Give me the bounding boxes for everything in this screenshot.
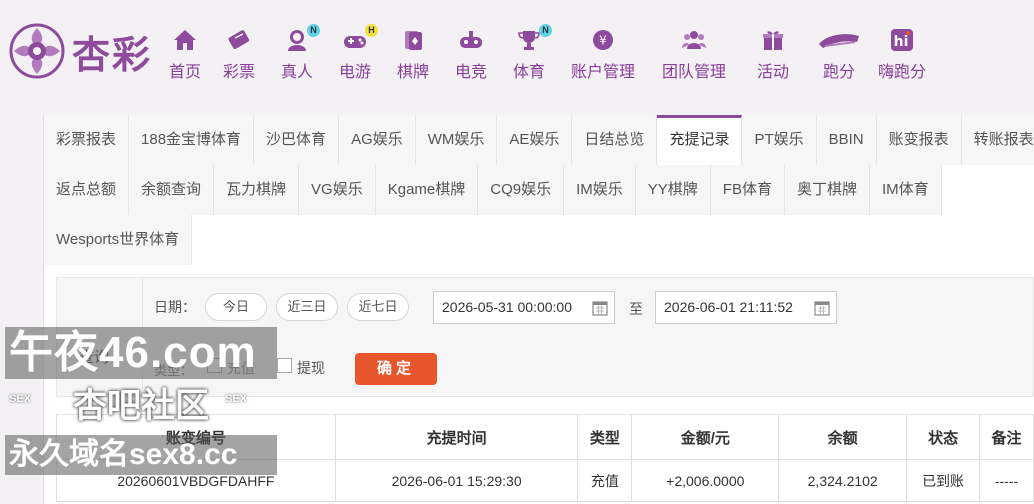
nav-item-chess[interactable]: 棋牌 [384, 28, 442, 82]
tab-deposit-withdraw-records[interactable]: 充提记录 [657, 115, 743, 165]
yen-coin-icon: ¥ [593, 30, 613, 50]
start-date-input[interactable]: 2026-05-31 00:00:00 [433, 291, 615, 324]
query-filter: 查询 日期： 今日 近三日 近七日 2026-05-31 00:00:00 至 … [56, 277, 1034, 398]
nav-item-live[interactable]: N 真人 [268, 24, 326, 82]
tab-row-1: 彩票报表 188金宝博体育 沙巴体育 AG娱乐 WM娱乐 AE娱乐 日结总览 充… [44, 115, 1034, 165]
nav-item-account[interactable]: ¥ 账户管理 [558, 28, 648, 82]
tab-row-3: Wesports世界体育 [44, 215, 193, 265]
team-icon [682, 31, 706, 49]
nav-item-activity[interactable]: 活动 [740, 28, 806, 82]
tab-pt[interactable]: PT娱乐 [742, 115, 817, 165]
table-header-row: 账变编号 充提时间 类型 金额/元 余额 状态 备注 [56, 414, 1034, 460]
cell-balance: 2,324.2102 [778, 459, 908, 502]
end-date-value: 2026-06-01 21:11:52 [664, 299, 793, 315]
col-header-time: 充提时间 [334, 414, 579, 460]
to-label: 至 [629, 301, 643, 317]
lottery-ticket-icon [228, 30, 250, 49]
svg-text:¥: ¥ [599, 34, 607, 48]
home-icon [174, 30, 196, 50]
cell-amount: +2,006.0000 [631, 459, 780, 502]
tab-fb-sports[interactable]: FB体育 [710, 165, 785, 215]
deposit-label: 充值 [227, 360, 255, 376]
deposit-checkbox[interactable] [207, 358, 222, 373]
cell-time: 2026-06-01 15:29:30 [334, 459, 579, 502]
nav-item-team[interactable]: 团队管理 [648, 28, 740, 82]
tab-kgame-chess[interactable]: Kgame棋牌 [375, 165, 479, 215]
nav-item-esports[interactable]: 电竞 [442, 28, 500, 82]
withdraw-checkbox[interactable] [277, 358, 292, 373]
tab-daily-summary[interactable]: 日结总览 [572, 115, 658, 165]
watermark-tag-left: SEX [9, 393, 32, 405]
running-score-icon [819, 34, 859, 48]
esports-controller-icon [460, 31, 482, 48]
brand-logo-icon [9, 23, 65, 79]
col-header-type: 类型 [577, 414, 633, 460]
nav-item-slots[interactable]: H 电游 [326, 24, 384, 82]
col-header-amount: 金额/元 [631, 414, 780, 460]
cell-id: 20260601VBDGFDAHFF [56, 459, 336, 502]
tab-im[interactable]: IM娱乐 [564, 165, 636, 215]
tab-balance-query[interactable]: 余额查询 [129, 165, 215, 215]
nav-item-lottery[interactable]: 彩票 [210, 28, 268, 82]
new-badge: N [307, 24, 320, 37]
gift-icon [763, 31, 783, 50]
tab-account-change-report[interactable]: 账变报表 [876, 115, 962, 165]
tab-ag[interactable]: AG娱乐 [339, 115, 416, 165]
hot-badge: H [365, 24, 378, 37]
tab-cq9[interactable]: CQ9娱乐 [478, 165, 565, 215]
col-header-remark: 备注 [979, 414, 1034, 460]
tab-saba-sports[interactable]: 沙巴体育 [254, 115, 340, 165]
tab-lottery-report[interactable]: 彩票报表 [44, 115, 130, 165]
nav-item-hi-run[interactable]: hi 嗨跑分 [872, 28, 932, 82]
tab-row-2: 返点总额 余额查询 瓦力棋牌 VG娱乐 Kgame棋牌 CQ9娱乐 IM娱乐 Y… [44, 165, 942, 215]
tab-ae[interactable]: AE娱乐 [497, 115, 573, 165]
nav-item-home[interactable]: 首页 [160, 28, 210, 82]
tab-transfer-report[interactable]: 转账报表 [961, 115, 1034, 165]
tab-188-sports[interactable]: 188金宝博体育 [129, 115, 255, 165]
brand-name: 杏彩 [72, 31, 153, 77]
col-header-status: 状态 [906, 414, 981, 460]
top-header: 杏彩 首页 彩票 N 真人 H 电游 棋牌 电竞 N 体育 ¥ 账户管理 团队管… [0, 0, 1034, 98]
new-badge: N [539, 24, 552, 37]
main-nav: 首页 彩票 N 真人 H 电游 棋牌 电竞 N 体育 ¥ 账户管理 团队管理 活… [160, 24, 932, 82]
cell-remark: ----- [979, 459, 1034, 502]
confirm-button[interactable]: 确定 [355, 353, 437, 385]
cell-status: 已到账 [906, 459, 981, 502]
tab-im-sports[interactable]: IM体育 [869, 165, 942, 215]
col-header-id: 账变编号 [56, 414, 336, 460]
tab-wm[interactable]: WM娱乐 [415, 115, 498, 165]
tab-wesports[interactable]: Wesports世界体育 [44, 215, 193, 265]
today-button[interactable]: 今日 [205, 293, 267, 321]
table-row: 20260601VBDGFDAHFF 2026-06-01 15:29:30 充… [56, 459, 1034, 502]
tab-odin-chess[interactable]: 奥丁棋牌 [784, 165, 870, 215]
filter-side: 查询 [57, 278, 143, 398]
brand-logo[interactable]: 杏彩 [8, 22, 152, 80]
calendar-icon [814, 301, 830, 316]
col-header-balance: 余额 [778, 414, 908, 460]
tab-rebate-total[interactable]: 返点总额 [44, 165, 130, 215]
tab-wali-chess[interactable]: 瓦力棋牌 [214, 165, 300, 215]
nav-item-sports[interactable]: N 体育 [500, 24, 558, 82]
nav-item-running-score[interactable]: 跑分 [806, 28, 872, 82]
records-table: 账变编号 充提时间 类型 金额/元 余额 状态 备注 20260601VBDGF… [56, 414, 1034, 502]
type-label: 类型： [154, 363, 194, 378]
end-date-input[interactable]: 2026-06-01 21:11:52 [655, 291, 837, 324]
tab-bbin[interactable]: BBIN [816, 115, 877, 165]
last-3-days-button[interactable]: 近三日 [276, 293, 338, 321]
start-date-value: 2026-05-31 00:00:00 [442, 299, 572, 315]
hi-run-icon: hi [891, 29, 913, 51]
tab-yy-chess[interactable]: YY棋牌 [635, 165, 711, 215]
cards-icon [405, 31, 422, 50]
tab-vg[interactable]: VG娱乐 [299, 165, 376, 215]
date-label: 日期： [154, 299, 196, 315]
query-label: 查询 [79, 349, 110, 366]
withdraw-label: 提现 [297, 360, 325, 376]
cell-type: 充值 [577, 459, 633, 502]
svg-text:hi: hi [894, 34, 909, 50]
last-7-days-button[interactable]: 近七日 [347, 293, 409, 321]
calendar-icon [592, 301, 608, 316]
